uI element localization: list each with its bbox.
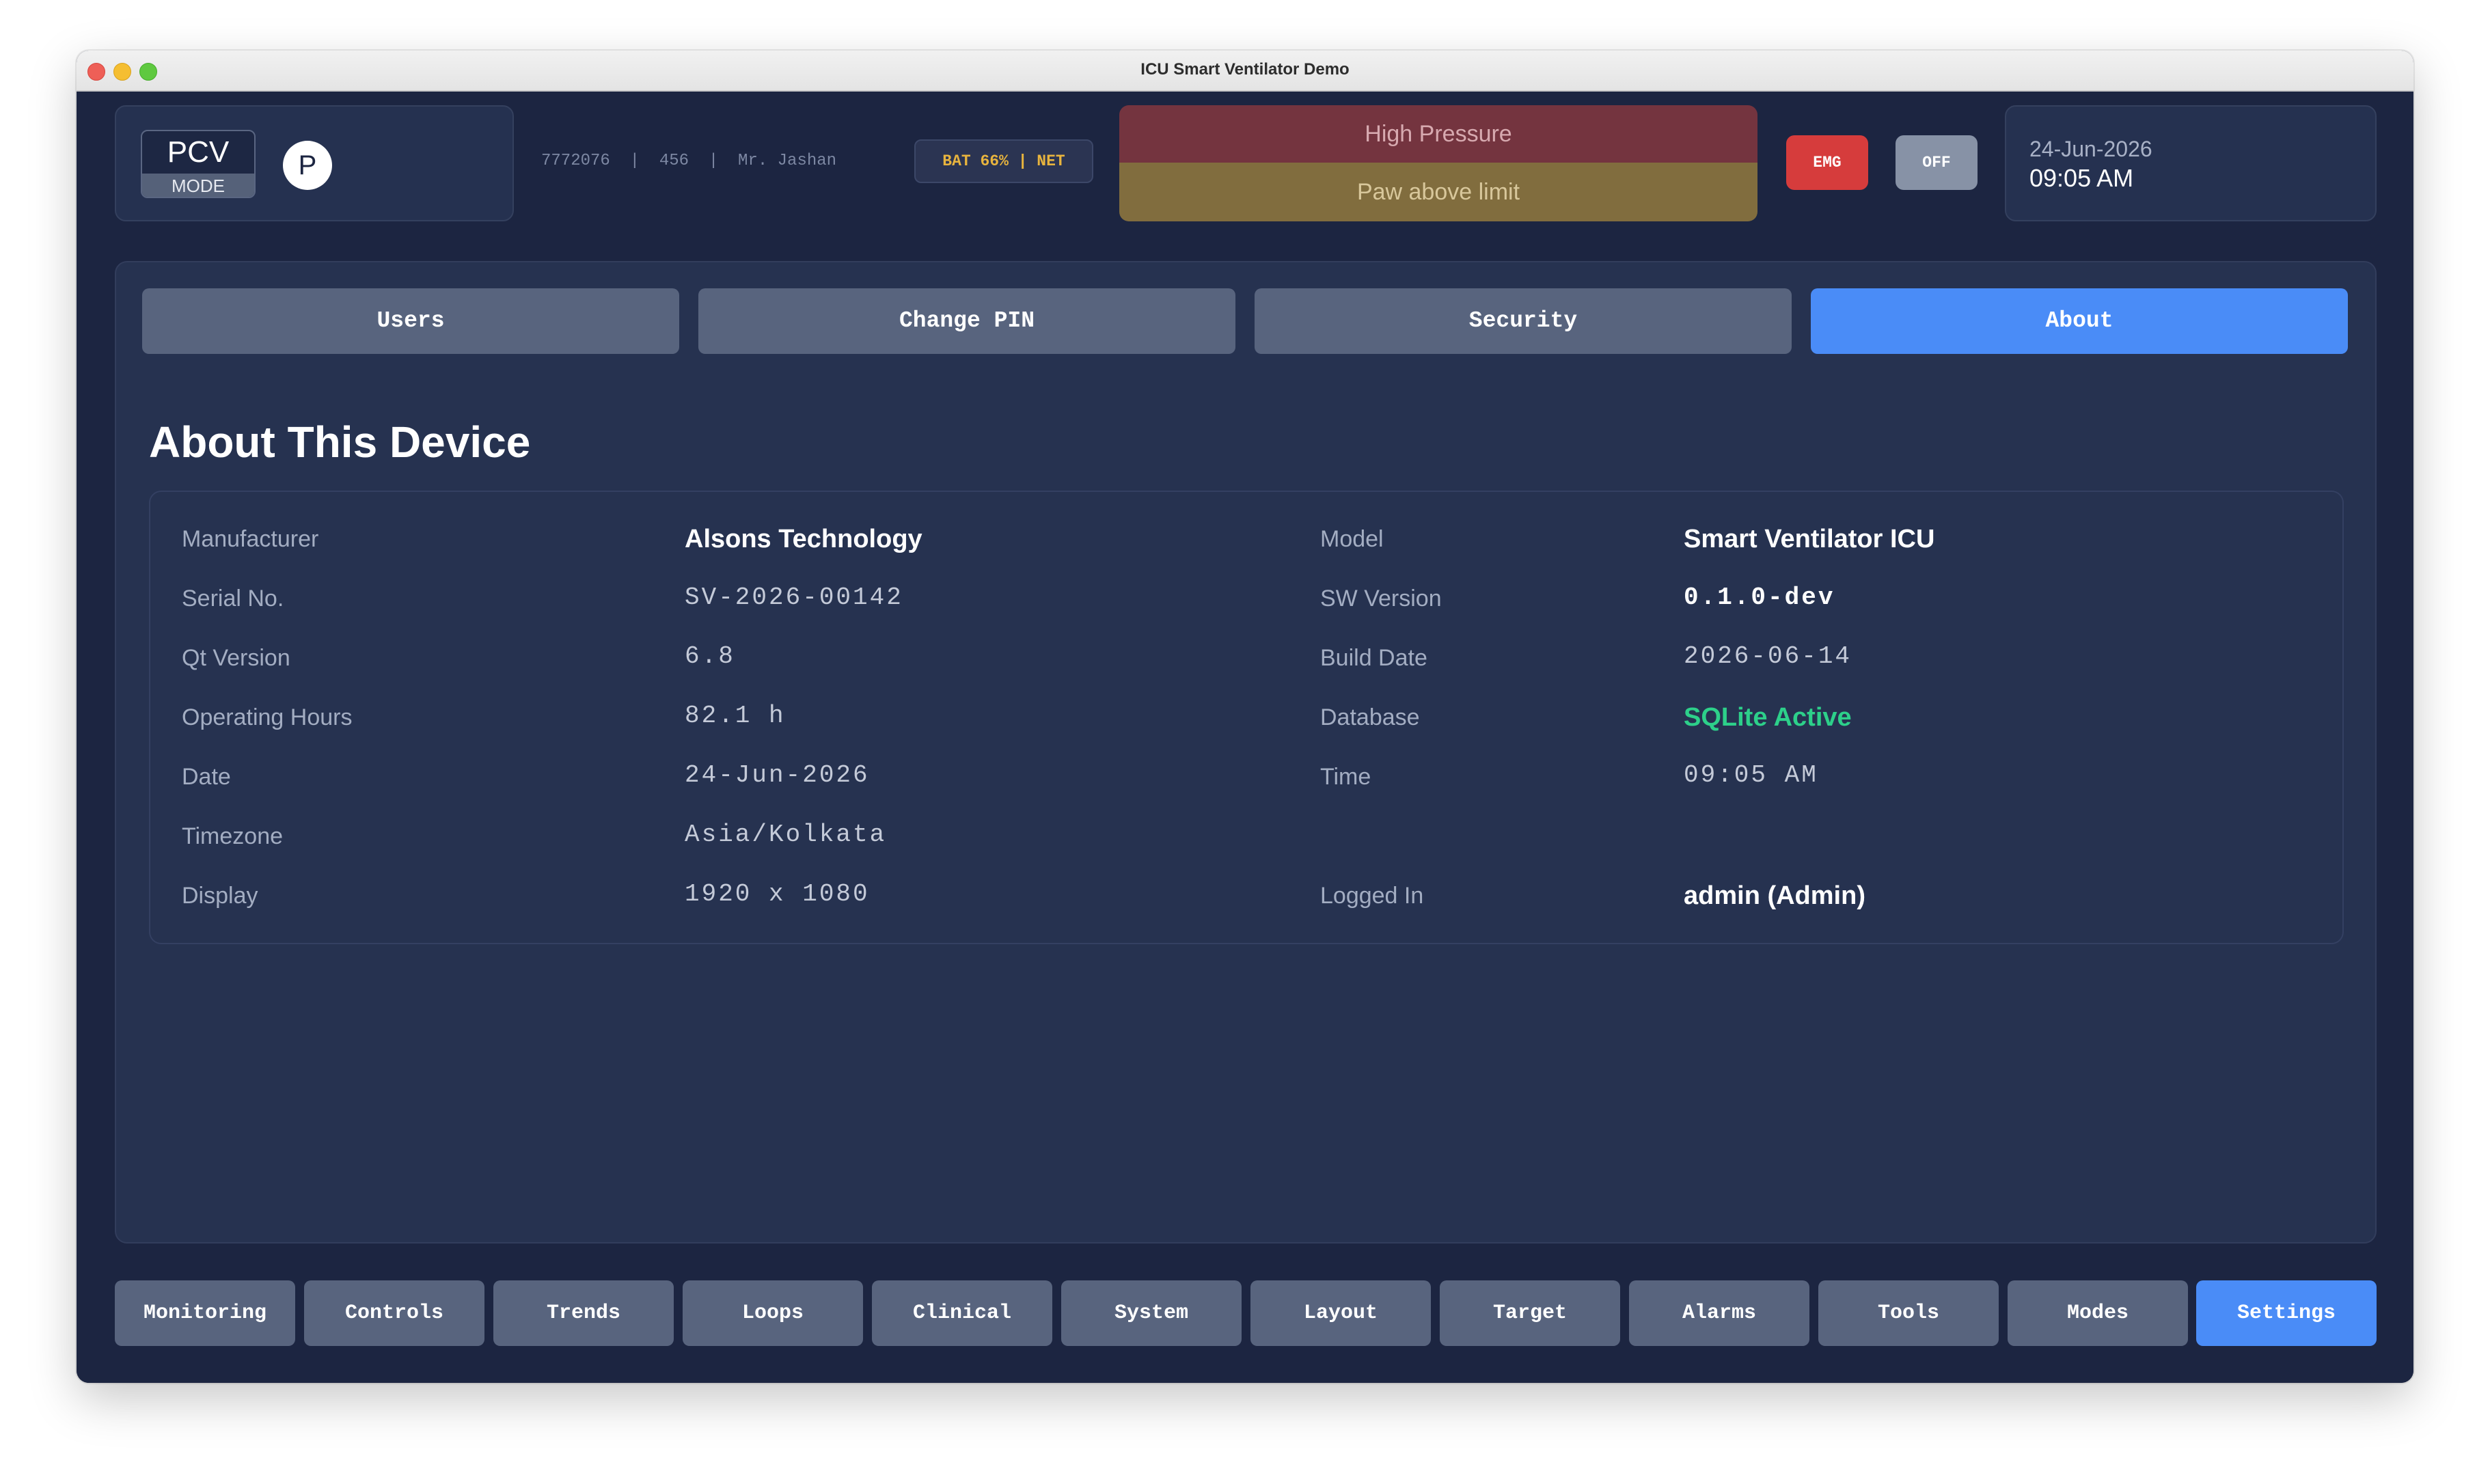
alarm-secondary[interactable]: Paw above limit: [1119, 163, 1757, 221]
title-bar[interactable]: ICU Smart Ventilator Demo: [77, 51, 2413, 92]
date-value: 24-Jun-2026: [685, 761, 870, 789]
page-title: About This Device: [149, 417, 531, 467]
qt-version-value: 6.8: [685, 642, 735, 670]
build-date-label: Build Date: [1320, 645, 1427, 671]
mode-card: PCV MODE P: [115, 105, 514, 221]
patient-type-badge[interactable]: P: [283, 141, 332, 190]
database-status: SQLite Active: [1684, 703, 1852, 732]
status-badge: BAT 66% | NET: [914, 139, 1093, 183]
emergency-button[interactable]: EMG: [1786, 135, 1868, 190]
mode-indicator[interactable]: PCV MODE: [141, 130, 256, 198]
manufacturer-value: Alsons Technology: [685, 525, 922, 553]
display-value: 1920 x 1080: [685, 880, 870, 908]
serial-label: Serial No.: [182, 586, 284, 612]
nav-monitoring[interactable]: Monitoring: [115, 1280, 295, 1346]
off-button[interactable]: OFF: [1896, 135, 1978, 190]
alarm-banner[interactable]: High Pressure Paw above limit: [1119, 105, 1757, 221]
tab-security[interactable]: Security: [1255, 288, 1792, 354]
nav-loops[interactable]: Loops: [683, 1280, 863, 1346]
nav-modes[interactable]: Modes: [2008, 1280, 2188, 1346]
tab-about[interactable]: About: [1811, 288, 2348, 354]
time-value: 09:05 AM: [1684, 761, 1818, 789]
datetime-card: 24-Jun-2026 09:05 AM: [2005, 105, 2377, 221]
model-label: Model: [1320, 526, 1384, 552]
build-date-value: 2026-06-14: [1684, 642, 1852, 670]
display-label: Display: [182, 883, 258, 909]
nav-system[interactable]: System: [1061, 1280, 1242, 1346]
nav-target[interactable]: Target: [1440, 1280, 1620, 1346]
model-value: Smart Ventilator ICU: [1684, 525, 1935, 553]
operating-hours-value: 82.1 h: [685, 702, 786, 730]
operating-hours-label: Operating Hours: [182, 704, 353, 730]
app-window: ICU Smart Ventilator Demo PCV MODE P 777…: [77, 51, 2413, 1383]
logged-in-value: admin (Admin): [1684, 881, 1865, 910]
device-info-card: Manufacturer Alsons Technology Model Sma…: [149, 491, 2344, 944]
screen: ICU Smart Ventilator Demo PCV MODE P 777…: [0, 0, 2490, 1484]
database-label: Database: [1320, 704, 1420, 730]
app-body: PCV MODE P 7772076 | 456 | Mr. Jashan BA…: [77, 92, 2413, 1383]
date-label: Date: [182, 764, 231, 790]
patient-info: 7772076 | 456 | Mr. Jashan: [541, 152, 837, 170]
nav-settings[interactable]: Settings: [2196, 1280, 2377, 1346]
settings-panel: Users Change PIN Security About About Th…: [115, 261, 2377, 1243]
header-date: 24-Jun-2026: [2029, 137, 2152, 161]
time-label: Time: [1320, 764, 1371, 790]
nav-trends[interactable]: Trends: [493, 1280, 674, 1346]
nav-tools[interactable]: Tools: [1818, 1280, 1999, 1346]
header-time: 09:05 AM: [2029, 164, 2134, 192]
alarm-primary[interactable]: High Pressure: [1119, 105, 1757, 163]
mode-name: PCV: [167, 135, 230, 169]
timezone-value: Asia/Kolkata: [685, 821, 887, 849]
qt-version-label: Qt Version: [182, 645, 290, 671]
nav-clinical[interactable]: Clinical: [872, 1280, 1052, 1346]
nav-alarms[interactable]: Alarms: [1629, 1280, 1809, 1346]
manufacturer-label: Manufacturer: [182, 526, 319, 552]
logged-in-label: Logged In: [1320, 883, 1424, 909]
sw-version-value: 0.1.0-dev: [1684, 583, 1835, 612]
nav-layout[interactable]: Layout: [1250, 1280, 1431, 1346]
bottom-nav: Monitoring Controls Trends Loops Clinica…: [115, 1280, 2377, 1346]
timezone-label: Timezone: [182, 823, 284, 849]
nav-controls[interactable]: Controls: [304, 1280, 484, 1346]
mode-label: MODE: [142, 174, 254, 197]
window-title: ICU Smart Ventilator Demo: [1140, 60, 1350, 79]
tab-users[interactable]: Users: [142, 288, 679, 354]
sw-version-label: SW Version: [1320, 586, 1442, 612]
tab-change-pin[interactable]: Change PIN: [698, 288, 1235, 354]
serial-value: SV-2026-00142: [685, 583, 903, 612]
